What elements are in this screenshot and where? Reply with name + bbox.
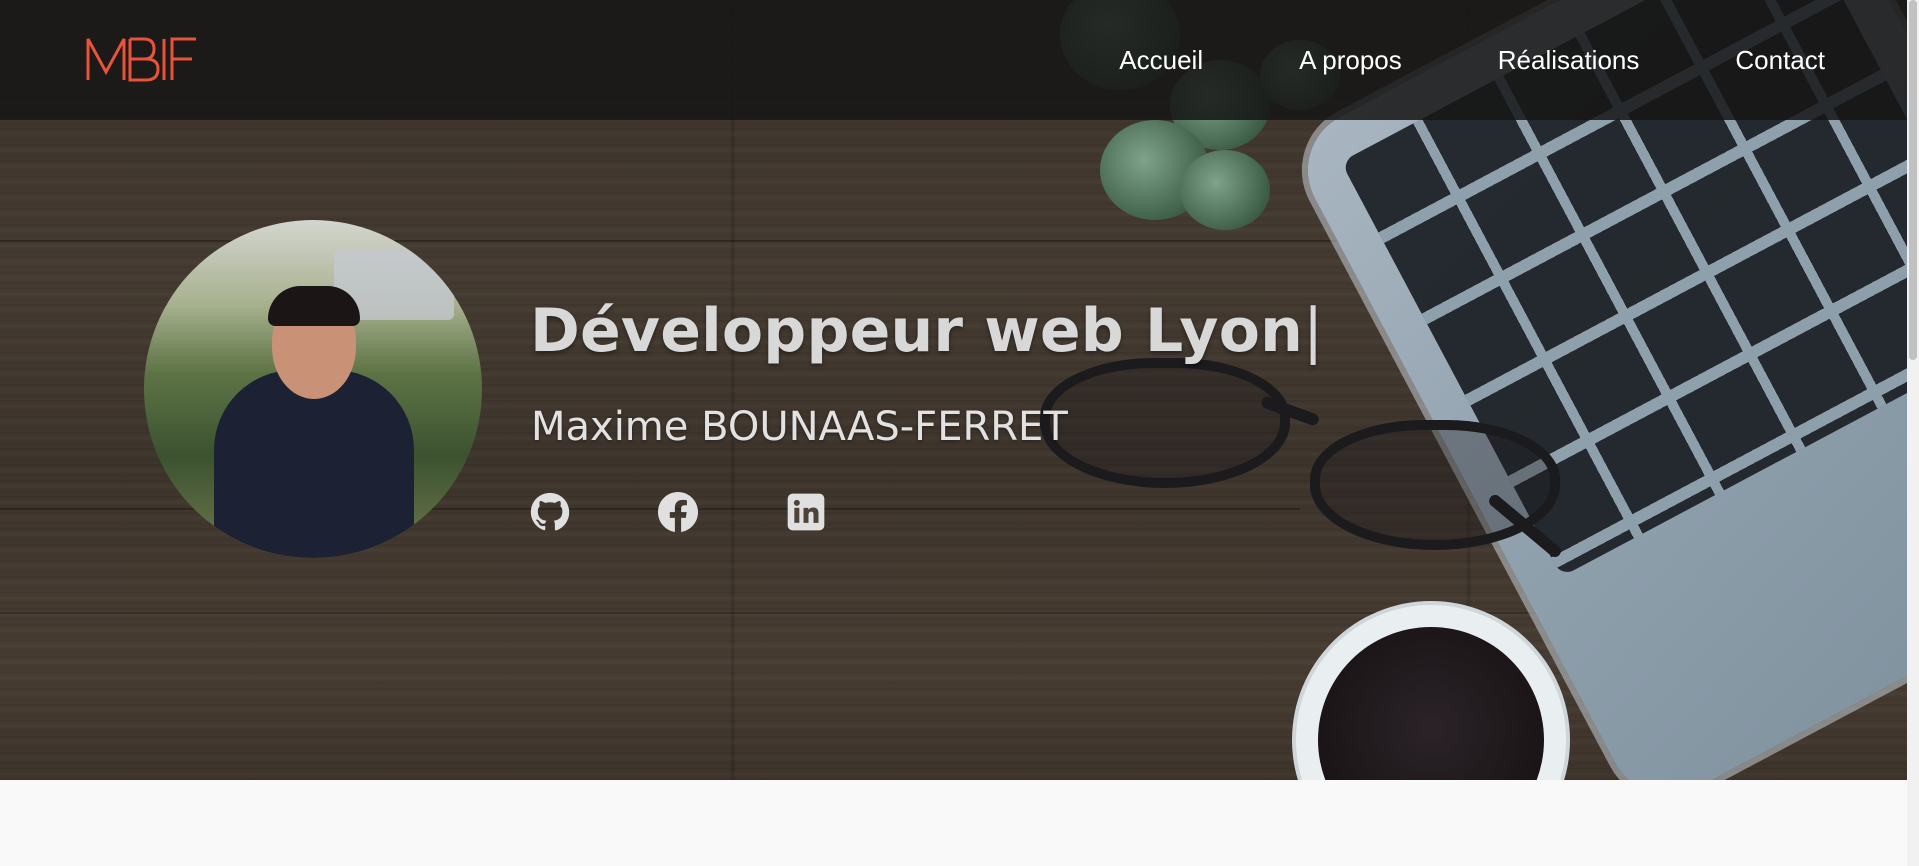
page-scrollbar[interactable] [1907, 0, 1919, 866]
facebook-icon [658, 492, 698, 532]
github-icon [530, 492, 570, 531]
site-logo[interactable] [86, 36, 204, 82]
github-link[interactable] [530, 492, 570, 532]
hero-title-text: Développeur web Lyon [530, 296, 1304, 366]
nav-link-contact[interactable]: Contact [1735, 45, 1825, 76]
scrollbar-thumb[interactable] [1909, 0, 1917, 360]
hero-subtitle: Maxime BOUNAAS-FERRET [531, 404, 1068, 450]
logo-icon [86, 37, 196, 82]
glasses-image [1040, 358, 1290, 488]
nav-link-realisations[interactable]: Réalisations [1498, 45, 1640, 76]
linkedin-link[interactable] [786, 492, 826, 532]
typing-cursor: | [1303, 296, 1324, 366]
linkedin-icon [787, 493, 825, 531]
facebook-link[interactable] [658, 492, 698, 532]
social-links [530, 492, 826, 532]
coffee-cup-image [1296, 605, 1566, 780]
nav-link-accueil[interactable]: Accueil [1119, 45, 1203, 76]
nav-menu: Accueil A propos Réalisations Contact [1119, 0, 1825, 120]
plant-leaf-image [1180, 150, 1270, 230]
hero-title: Développeur web Lyon| [530, 296, 1323, 366]
profile-avatar [144, 220, 482, 558]
navbar: Accueil A propos Réalisations Contact [0, 0, 1907, 120]
nav-link-a-propos[interactable]: A propos [1299, 45, 1402, 76]
